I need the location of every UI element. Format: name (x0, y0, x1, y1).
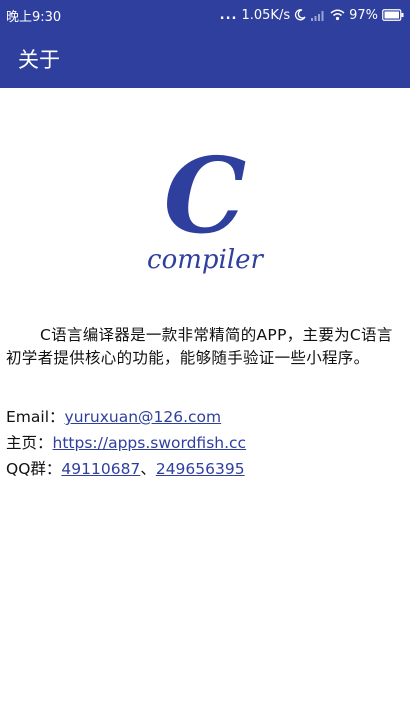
homepage-row: 主页：https://apps.swordfish.cc (6, 430, 404, 456)
email-row: Email：yuruxuan@126.com (6, 404, 404, 430)
page-title: 关于 (18, 48, 60, 72)
logo-word: compiler (147, 245, 265, 275)
moon-icon (294, 9, 306, 21)
qq-group-row: QQ群：49110687、249656395 (6, 456, 404, 482)
status-dots: ... (219, 7, 238, 23)
battery-percent: 97% (349, 7, 378, 23)
email-link[interactable]: yuruxuan@126.com (65, 408, 222, 426)
battery-icon (382, 9, 404, 21)
homepage-label: 主页： (6, 434, 53, 452)
qq-group-link-1[interactable]: 49110687 (61, 460, 140, 478)
status-indicators: ... 1.05K/s 97% (220, 8, 404, 23)
status-time: 晚上9:30 (6, 9, 62, 25)
wifi-icon (330, 9, 345, 21)
app-logo: C compiler (130, 134, 280, 280)
status-bar: 晚上9:30 ... 1.05K/s 97% (0, 0, 410, 30)
network-speed: 1.05K/s (241, 7, 291, 23)
contact-info: Email：yuruxuan@126.com 主页：https://apps.s… (6, 404, 404, 482)
qq-group-separator: 、 (140, 460, 156, 478)
email-label: Email： (6, 408, 65, 426)
signal-icon (310, 9, 326, 21)
qq-group-link-2[interactable]: 249656395 (156, 460, 245, 478)
homepage-link[interactable]: https://apps.swordfish.cc (53, 434, 247, 452)
bottom-spacer (0, 706, 410, 720)
logo-letter: C (164, 140, 247, 257)
app-description: C语言编译器是一款非常精简的APP，主要为C语言初学者提供核心的功能，能够随手验… (6, 326, 393, 367)
app-toolbar: 关于 (0, 30, 410, 88)
qq-group-label: QQ群： (6, 460, 62, 478)
